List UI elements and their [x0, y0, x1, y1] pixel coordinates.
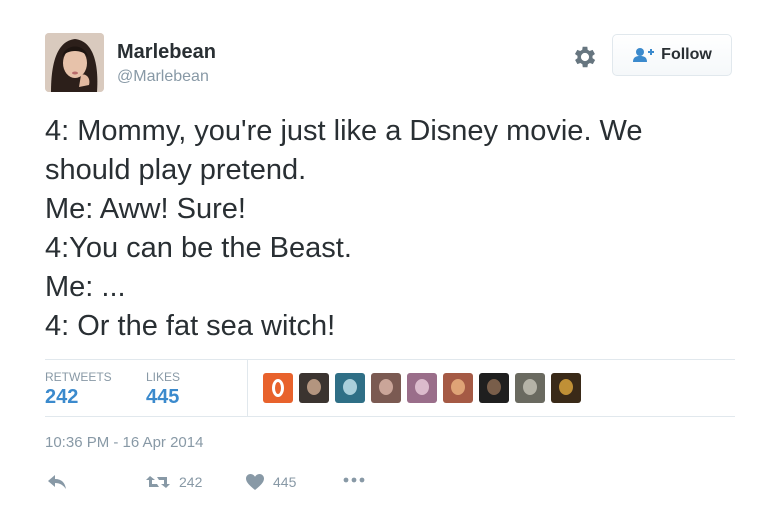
- retweet-icon: [146, 476, 170, 488]
- retweet-count: 242: [179, 474, 203, 490]
- liker-avatar[interactable]: [407, 373, 437, 403]
- like-count: 445: [273, 474, 297, 490]
- heart-icon: [246, 474, 264, 490]
- likers-list: [263, 373, 581, 404]
- timestamp[interactable]: 10:36 PM - 16 Apr 2014: [45, 434, 203, 451]
- liker-avatar[interactable]: [335, 373, 365, 403]
- author-name[interactable]: Marlebean: [117, 40, 216, 64]
- liker-avatar[interactable]: [551, 373, 581, 403]
- follow-label: Follow: [661, 46, 712, 63]
- like-button[interactable]: 445: [245, 473, 296, 491]
- follow-button[interactable]: Follow: [612, 34, 732, 76]
- liker-avatar[interactable]: [371, 373, 401, 403]
- stats-divider: [247, 360, 248, 416]
- retweet-button[interactable]: 242: [145, 473, 202, 491]
- reply-button[interactable]: [47, 473, 67, 491]
- gear-icon[interactable]: [571, 43, 599, 71]
- more-button[interactable]: [342, 476, 366, 484]
- add-user-icon: [633, 48, 655, 62]
- liker-avatar[interactable]: [263, 373, 293, 403]
- divider-bottom: [45, 416, 735, 417]
- author-handle[interactable]: @Marlebean: [117, 67, 209, 87]
- liker-avatar[interactable]: [515, 373, 545, 403]
- divider-top: [45, 359, 735, 360]
- likes-label: LIKES: [146, 370, 181, 384]
- avatar[interactable]: [45, 33, 104, 92]
- reply-icon: [48, 475, 66, 489]
- avatar-image: [45, 33, 104, 92]
- retweets-label: RETWEETS: [45, 370, 112, 384]
- liker-avatar[interactable]: [479, 373, 509, 403]
- tweet-text: 4: Mommy, you're just like a Disney movi…: [45, 115, 643, 342]
- more-icon: [343, 477, 365, 483]
- liker-avatar[interactable]: [299, 373, 329, 403]
- likes-count[interactable]: 445: [146, 386, 179, 409]
- liker-avatar[interactable]: [443, 373, 473, 403]
- retweets-count[interactable]: 242: [45, 386, 78, 409]
